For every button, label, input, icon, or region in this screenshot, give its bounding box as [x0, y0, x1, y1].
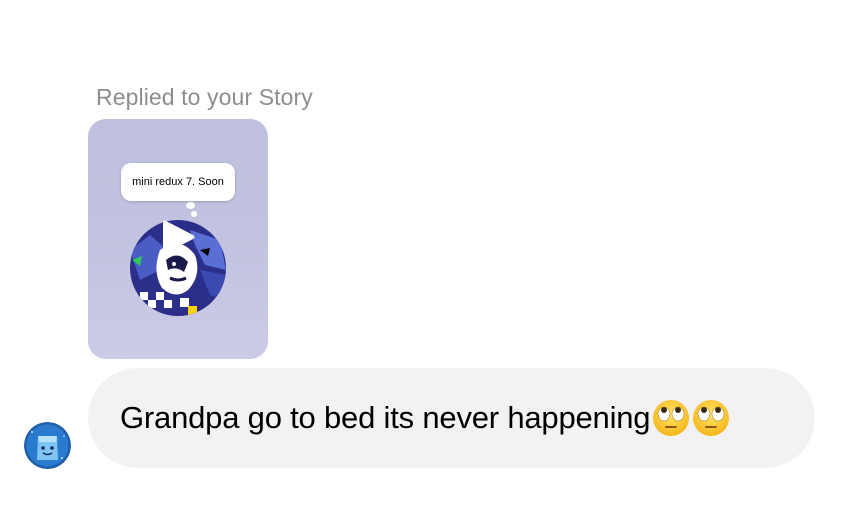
rolling-eyes-emoji-icon [692, 399, 730, 437]
sender-avatar[interactable] [24, 422, 71, 469]
dm-thread: Replied to your Story mini redux 7. Soon [0, 0, 853, 530]
message-text-row: Grandpa go to bed its never happening [120, 399, 730, 437]
note-bubble-tail [186, 202, 195, 209]
story-note-bubble: mini redux 7. Soon [121, 163, 235, 201]
replied-to-story-label: Replied to your Story [96, 84, 313, 110]
story-reply-preview[interactable]: mini redux 7. Soon [88, 119, 268, 359]
message-text: Grandpa go to bed its never happening [120, 400, 651, 435]
note-bubble-tail-dot [191, 211, 197, 217]
message-bubble[interactable]: Grandpa go to bed its never happening [88, 368, 815, 468]
play-icon[interactable] [163, 219, 195, 255]
rolling-eyes-emoji-icon [652, 399, 690, 437]
